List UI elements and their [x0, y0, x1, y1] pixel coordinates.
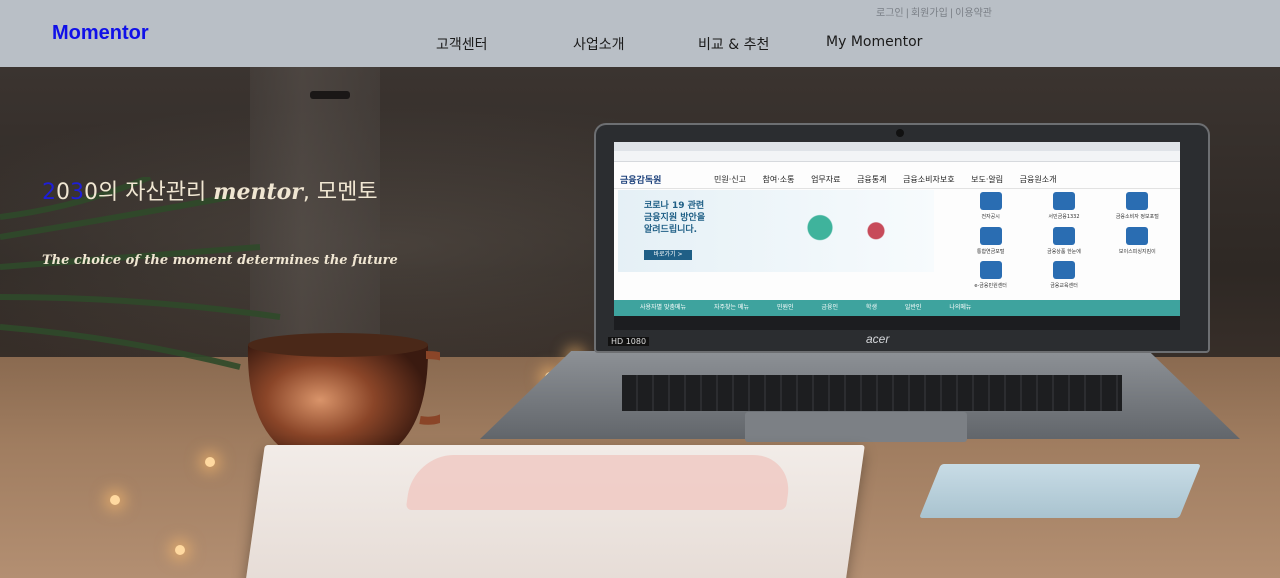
door-handle [310, 91, 350, 99]
terms-link[interactable]: 이용약관 [955, 8, 992, 19]
fairy-light [205, 457, 215, 467]
browser-address-bar [614, 151, 1180, 162]
hero-banner: 금융감독원 민원·신고 참여·소통 업무자료 금융통계 금융소비자보호 보도·알… [0, 67, 1280, 578]
tagline-digit: 3 [70, 180, 84, 205]
quick-link-icon [1052, 226, 1075, 245]
notebook-cover-art [405, 455, 794, 510]
tagline-digit: 2 [42, 180, 56, 205]
quick-link-icon [1052, 261, 1075, 280]
nav-customer-center[interactable]: 고객센터 [436, 34, 488, 54]
tagline-digit: 0 [56, 180, 70, 205]
notebook [245, 445, 865, 578]
site-menu-item: 참여·소통 [762, 175, 795, 184]
quick-link-icon [979, 192, 1002, 210]
hd-badge: HD 1080 [608, 337, 650, 346]
banner-line: 금융지원 방안을 [644, 213, 706, 223]
site-menu-item: 보도·알림 [971, 175, 1004, 184]
site-header: 금융감독원 민원·신고 참여·소통 업무자료 금융통계 금융소비자보호 보도·알… [614, 162, 1180, 189]
site-quick-links: 전자공시 서민금융1332 금융소비자 정보포털 통합연금포털 금융상품 한눈에… [954, 192, 1174, 292]
site-menu-item: 민원·신고 [714, 175, 746, 184]
site-banner-text: 코로나 19 관련 금융지원 방안을 알려드립니다. [644, 200, 705, 236]
footer-item: 나의메뉴 [949, 304, 972, 311]
fairy-light [175, 545, 185, 555]
site-menu-item: 금융원소개 [1019, 175, 1057, 184]
tagline-mid: 의 자산관리 [98, 180, 214, 205]
quick-link: 금융교육센터 [1027, 261, 1100, 292]
site-banner: 코로나 19 관련 금융지원 방안을 알려드립니다. 바로가기 > [618, 190, 934, 272]
banner-line: 코로나 19 관련 [644, 201, 705, 211]
site-menu-item: 업무자료 [811, 175, 841, 184]
site-banner-button: 바로가기 > [644, 250, 692, 260]
quick-link-icon [979, 261, 1002, 280]
browser-tabs [614, 142, 1180, 151]
os-taskbar [614, 316, 1180, 330]
logo-link[interactable]: Momentor [52, 22, 149, 45]
quick-link: 금융상품 한눈에 [1027, 226, 1100, 258]
hero-tagline: 2030의 자산관리 mentor, 모멘토 [42, 174, 378, 206]
quick-link: 금융소비자 정보포털 [1101, 192, 1174, 223]
quick-link: e-금융민원센터 [954, 261, 1027, 292]
quick-link-icon [1126, 226, 1149, 245]
laptop-brand-logo: acer [866, 332, 890, 346]
banner-illustration [778, 202, 918, 266]
footer-item: 사용자별 맞춤메뉴 [640, 304, 687, 311]
signup-link[interactable]: 회원가입 [911, 8, 948, 19]
quick-link: 서민금융1332 [1027, 192, 1100, 223]
site-menu-item: 금융소비자보호 [903, 175, 955, 184]
top-header: Momentor 로그인 | 회원가입 | 이용약관 고객센터 사업소개 비교 & 추천… [0, 0, 1280, 67]
site-menu: 민원·신고 참여·소통 업무자료 금융통계 금융소비자보호 보도·알림 금융원소… [714, 174, 1070, 185]
quick-link-icon [1052, 192, 1075, 210]
quick-link: 통합연금포털 [954, 226, 1027, 258]
util-separator: | [949, 8, 954, 19]
quick-link: 보이스피싱지킴이 [1101, 226, 1174, 258]
fairy-light [110, 495, 120, 505]
laptop-trackpad [745, 412, 967, 442]
hero-subline: The choice of the moment determines the … [42, 253, 398, 268]
laptop-display: 금융감독원 민원·신고 참여·소통 업무자료 금융통계 금융소비자보호 보도·알… [614, 142, 1180, 330]
nav-compare-recommend[interactable]: 비교 & 추천 [698, 34, 769, 54]
tagline-end: , 모멘토 [302, 180, 378, 205]
laptop-keyboard [622, 375, 1122, 411]
tagline-digit: 0 [84, 180, 98, 205]
laptop-screen: 금융감독원 민원·신고 참여·소통 업무자료 금융통계 금융소비자보호 보도·알… [596, 125, 1208, 351]
banner-line: 알려드립니다. [644, 225, 698, 235]
utility-links: 로그인 | 회원가입 | 이용약관 [876, 4, 992, 19]
blue-card [919, 464, 1201, 518]
nav-business-intro[interactable]: 사업소개 [573, 34, 625, 54]
nav-my-momentor[interactable]: My Momentor [826, 34, 922, 50]
site-footer-menu: 사용자별 맞춤메뉴 자주찾는 메뉴 민원인 금융인 학생 일반인 나의메뉴 [614, 300, 1180, 316]
quick-link-icon [1126, 192, 1149, 210]
site-menu-item: 금융통계 [857, 175, 887, 184]
login-link[interactable]: 로그인 [876, 8, 904, 19]
footer-item: 민원인 [776, 304, 794, 311]
util-separator: | [905, 8, 909, 19]
footer-item: 학생 [865, 304, 877, 311]
footer-item: 자주찾는 메뉴 [714, 304, 750, 311]
footer-item: 금융인 [821, 304, 838, 311]
site-logo: 금융감독원 [620, 176, 662, 186]
quick-link: 전자공시 [954, 192, 1027, 223]
tagline-brand: mentor [213, 179, 303, 205]
webcam [896, 129, 904, 137]
footer-item: 일반인 [904, 304, 922, 311]
quick-link-icon [979, 226, 1002, 245]
